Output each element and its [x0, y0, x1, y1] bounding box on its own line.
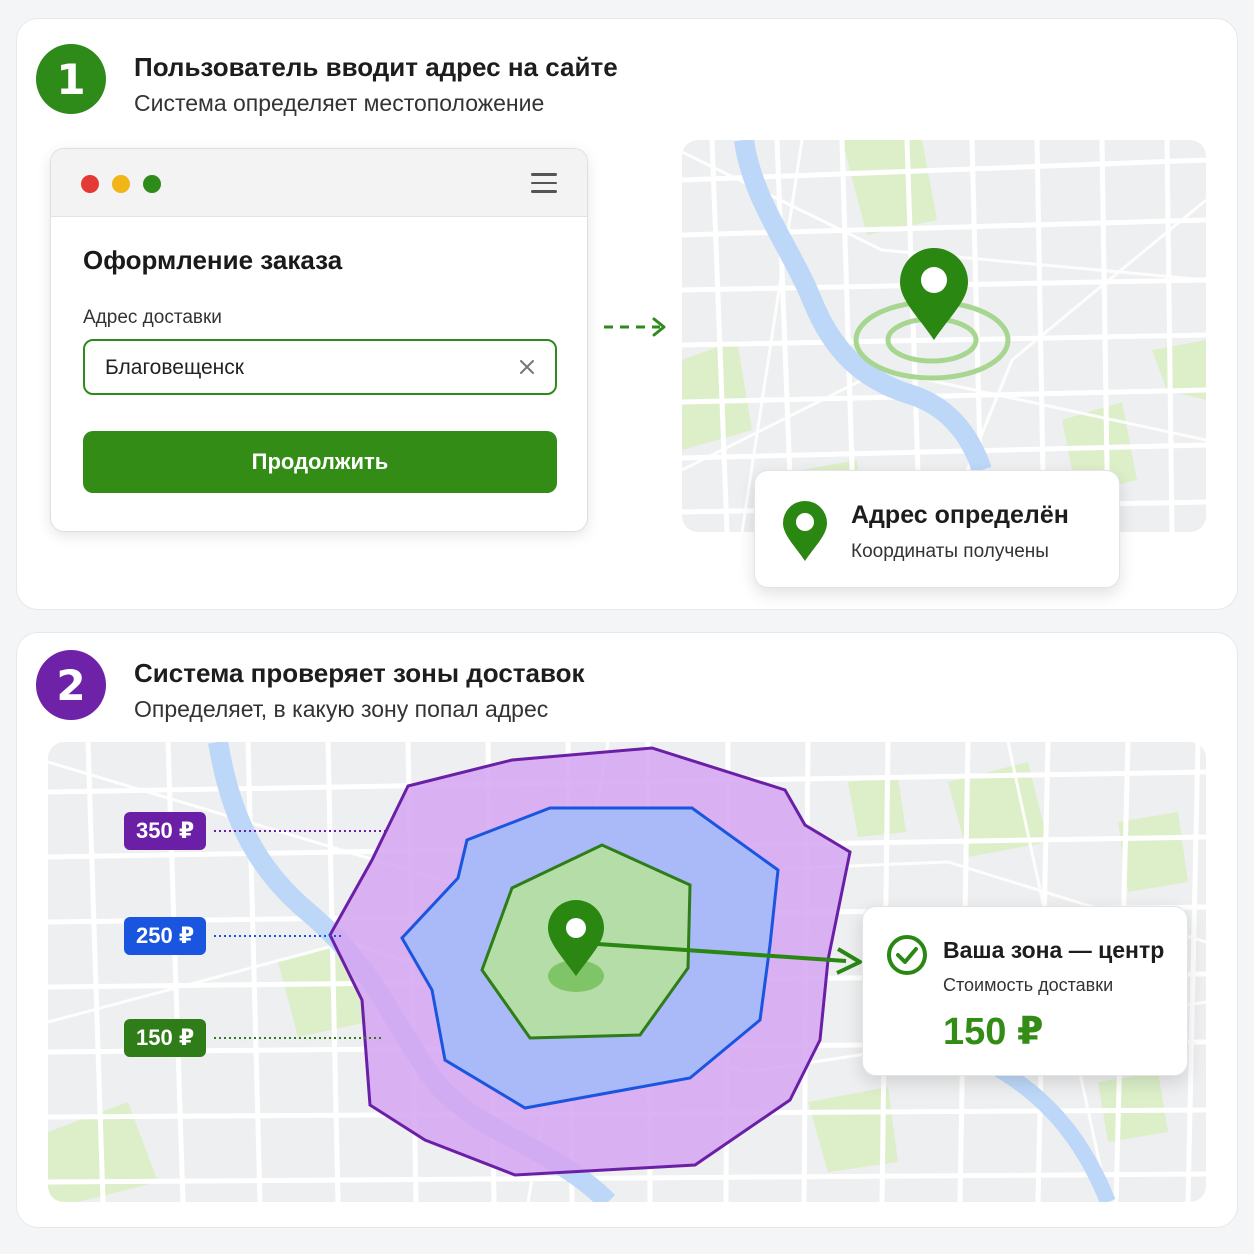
zone-result-subtitle: Стоимость доставки	[943, 975, 1114, 995]
step2-badge: 2	[36, 650, 106, 720]
step2-subtitle: Определяет, в какую зону попал адрес	[134, 696, 549, 722]
checkout-title: Оформление заказа	[83, 245, 343, 275]
zone-result-price: 150 ₽	[943, 1011, 1044, 1053]
step1-title: Пользователь вводит адрес на сайте	[134, 52, 618, 82]
step1-subtitle: Система определяет местоположение	[134, 90, 545, 116]
address-input-value[interactable]: Благовещенск	[105, 356, 244, 380]
zone-result-title: Ваша зона — центр	[943, 937, 1165, 963]
menu-icon[interactable]	[531, 173, 557, 193]
zone-result-card: Ваша зона — центр Стоимость доставки 150…	[862, 906, 1188, 1076]
browser-titlebar	[51, 149, 587, 217]
price-tag-150: 150 ₽	[124, 1019, 207, 1057]
map-pin-icon	[783, 501, 827, 561]
step2-title: Система проверяет зоны доставок	[134, 658, 585, 688]
address-field-label: Адрес доставки	[83, 307, 222, 328]
clear-icon[interactable]	[517, 357, 537, 377]
continue-button[interactable]: Продолжить	[83, 431, 557, 493]
price-tag-250: 250 ₽	[124, 917, 207, 955]
minimize-window-dot[interactable]	[112, 175, 130, 193]
browser-window: Оформление заказа Адрес доставки Благове…	[50, 148, 588, 532]
address-detected-title: Адрес определён	[851, 501, 1069, 529]
maximize-window-dot[interactable]	[143, 175, 161, 193]
address-detected-subtitle: Координаты получены	[851, 541, 1049, 562]
address-detected-card: Адрес определён Координаты получены	[754, 470, 1120, 588]
price-tag-350: 350 ₽	[124, 812, 207, 850]
close-window-dot[interactable]	[81, 175, 99, 193]
address-input[interactable]: Благовещенск	[83, 339, 557, 395]
step1-badge: 1	[36, 44, 106, 114]
check-circle-icon	[887, 935, 927, 975]
dashed-arrow-icon	[604, 317, 666, 337]
